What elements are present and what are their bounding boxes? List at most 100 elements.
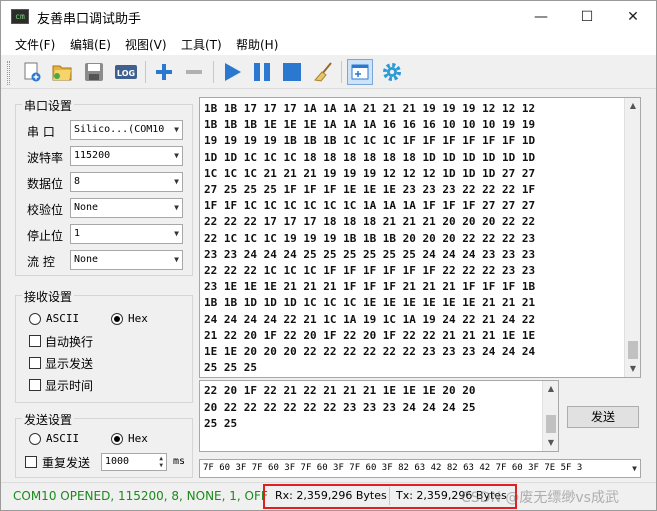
scroll-down-icon[interactable]: ▼ (543, 435, 559, 451)
send-line: 20 22 22 22 22 22 22 23 23 23 24 24 24 2… (204, 400, 476, 414)
send-settings-title: 发送设置 (22, 411, 75, 428)
flow-value: None (74, 254, 99, 265)
databits-value: 8 (74, 176, 81, 187)
clear-broom-icon[interactable] (311, 59, 337, 85)
stop-icon[interactable] (279, 59, 305, 85)
receive-line: 23 23 24 24 24 25 25 25 25 25 25 24 24 2… (204, 247, 536, 261)
maximize-button[interactable]: ☐ (564, 1, 610, 33)
play-icon[interactable] (219, 59, 245, 85)
minimize-button[interactable]: — (518, 1, 564, 33)
toolbar: LOG (1, 55, 656, 89)
menu-bar: 文件(F) 编辑(E) 视图(V) 工具(T) 帮助(H) (1, 33, 656, 55)
receive-line: 22 22 22 17 17 17 18 18 18 21 21 21 20 2… (204, 215, 536, 229)
connection-status: COM10 OPENED, 115200, 8, NONE, 1, OFF (13, 489, 268, 503)
log-icon-label: LOG (117, 69, 135, 78)
toolbar-separator (213, 61, 214, 83)
repeat-unit-label: ms (173, 456, 186, 467)
app-icon: cm (11, 9, 29, 24)
tx-hex-label: Hex (128, 432, 148, 445)
menu-tools[interactable]: 工具(T) (181, 36, 222, 53)
receive-settings-group: 接收设置 (15, 288, 193, 403)
chevron-down-icon: ▼ (174, 229, 179, 238)
toolbar-grip (7, 61, 10, 85)
chevron-down-icon: ▼ (174, 203, 179, 212)
auto-wrap-label: 自动换行 (45, 335, 94, 349)
scroll-thumb[interactable] (628, 341, 638, 359)
receive-line: 1D 1D 1C 1C 1C 18 18 18 18 18 18 1D 1D 1… (204, 150, 536, 164)
auto-wrap-checkbox[interactable] (29, 335, 41, 347)
settings-gear-icon[interactable] (379, 59, 405, 85)
receive-line: 1C 1C 1C 21 21 21 19 19 19 12 12 12 1D 1… (204, 166, 536, 180)
close-button[interactable]: ✕ (610, 1, 656, 33)
receive-line: 22 22 22 1C 1C 1C 1F 1F 1F 1F 1F 1F 22 2… (204, 264, 536, 278)
receive-line: 24 24 24 24 22 21 1C 1A 19 1C 1A 19 24 2… (204, 312, 536, 326)
flow-label: 流 控 (27, 255, 55, 269)
scroll-down-icon[interactable]: ▼ (625, 361, 641, 377)
show-send-checkbox[interactable] (29, 357, 41, 369)
scroll-up-icon[interactable]: ▲ (543, 381, 559, 397)
receive-line: 25 25 25 (204, 361, 257, 375)
show-time-checkbox[interactable] (29, 379, 41, 391)
receive-line: 1B 1B 1B 1E 1E 1E 1A 1A 1A 16 16 16 10 1… (204, 118, 536, 132)
menu-edit[interactable]: 编辑(E) (70, 36, 111, 53)
tx-hex-radio[interactable] (111, 433, 123, 445)
command-history-value: 7F 60 3F 7F 60 3F 7F 60 3F 7F 60 3F 82 6… (203, 463, 583, 473)
title-bar: cm 友善串口调试助手 — ☐ ✕ (1, 1, 656, 33)
send-scrollbar[interactable]: ▲ ▼ (542, 381, 558, 451)
open-folder-icon[interactable] (49, 59, 75, 85)
scroll-thumb[interactable] (546, 415, 556, 433)
repeat-send-checkbox[interactable] (25, 456, 37, 468)
show-time-label: 显示时间 (45, 379, 94, 393)
receive-scrollbar[interactable]: ▲ ▼ (624, 98, 640, 377)
rx-hex-radio[interactable] (111, 313, 123, 325)
menu-file[interactable]: 文件(F) (15, 36, 55, 53)
serial-settings-title: 串口设置 (22, 97, 75, 114)
rx-ascii-radio[interactable] (29, 313, 41, 325)
parity-select[interactable]: None ▼ (70, 198, 183, 218)
window-title: 友善串口调试助手 (37, 12, 142, 27)
save-icon[interactable] (81, 59, 107, 85)
toolbar-separator (341, 61, 342, 83)
command-history-select[interactable]: 7F 60 3F 7F 60 3F 7F 60 3F 7F 60 3F 82 6… (199, 459, 641, 478)
baud-value: 115200 (74, 150, 111, 161)
databits-label: 数据位 (27, 177, 64, 191)
flow-select[interactable]: None ▼ (70, 250, 183, 270)
port-value: Silico...(COM10 (74, 124, 165, 135)
port-select[interactable]: Silico...(COM10 ▼ (70, 120, 183, 140)
pause-icon[interactable] (249, 59, 275, 85)
send-button[interactable]: 发送 (567, 406, 639, 428)
parity-value: None (74, 202, 99, 213)
menu-help[interactable]: 帮助(H) (236, 36, 278, 53)
baud-select[interactable]: 115200 ▼ (70, 146, 183, 166)
send-line: 25 25 (204, 417, 238, 430)
remove-icon[interactable] (181, 59, 207, 85)
receive-line: 23 1E 1E 1E 21 21 21 1F 1F 1F 21 21 21 1… (204, 280, 536, 294)
baud-label: 波特率 (27, 151, 64, 165)
repeat-interval-value: 1000 (105, 456, 130, 467)
toolbar-separator (145, 61, 146, 83)
main-window: cm 友善串口调试助手 — ☐ ✕ 文件(F) 编辑(E) 视图(V) 工具(T… (0, 0, 657, 511)
send-textarea[interactable]: 22 20 1F 22 21 22 21 21 21 1E 1E 1E 20 2… (199, 380, 559, 452)
chevron-down-icon: ▼ (174, 125, 179, 134)
log-icon[interactable]: LOG (113, 59, 139, 85)
new-file-icon[interactable] (19, 59, 45, 85)
spinner-down-icon[interactable]: ▼ (159, 462, 163, 470)
repeat-interval-input[interactable]: 1000 ▲ ▼ (101, 453, 167, 471)
scroll-up-icon[interactable]: ▲ (625, 98, 641, 114)
receive-line: 19 19 19 19 1B 1B 1B 1C 1C 1C 1F 1F 1F 1… (204, 134, 536, 148)
chevron-down-icon: ▼ (174, 255, 179, 264)
rx-ascii-label: ASCII (46, 312, 80, 325)
stopbits-value: 1 (74, 228, 81, 239)
databits-select[interactable]: 8 ▼ (70, 172, 183, 192)
receive-textarea[interactable]: 1B 1B 17 17 17 1A 1A 1A 21 21 21 19 19 1… (199, 97, 641, 378)
show-send-label: 显示发送 (45, 357, 94, 371)
parity-label: 校验位 (27, 203, 64, 217)
port-label: 串 口 (27, 125, 55, 139)
stopbits-select[interactable]: 1 ▼ (70, 224, 183, 244)
receive-line: 1E 1E 20 20 20 22 22 22 22 22 22 23 23 2… (204, 345, 536, 359)
receive-line: 27 25 25 25 1F 1F 1F 1E 1E 1E 23 23 23 2… (204, 183, 536, 197)
tx-ascii-radio[interactable] (29, 433, 41, 445)
add-icon[interactable] (151, 59, 177, 85)
window-icon[interactable] (347, 59, 373, 85)
menu-view[interactable]: 视图(V) (125, 36, 167, 53)
